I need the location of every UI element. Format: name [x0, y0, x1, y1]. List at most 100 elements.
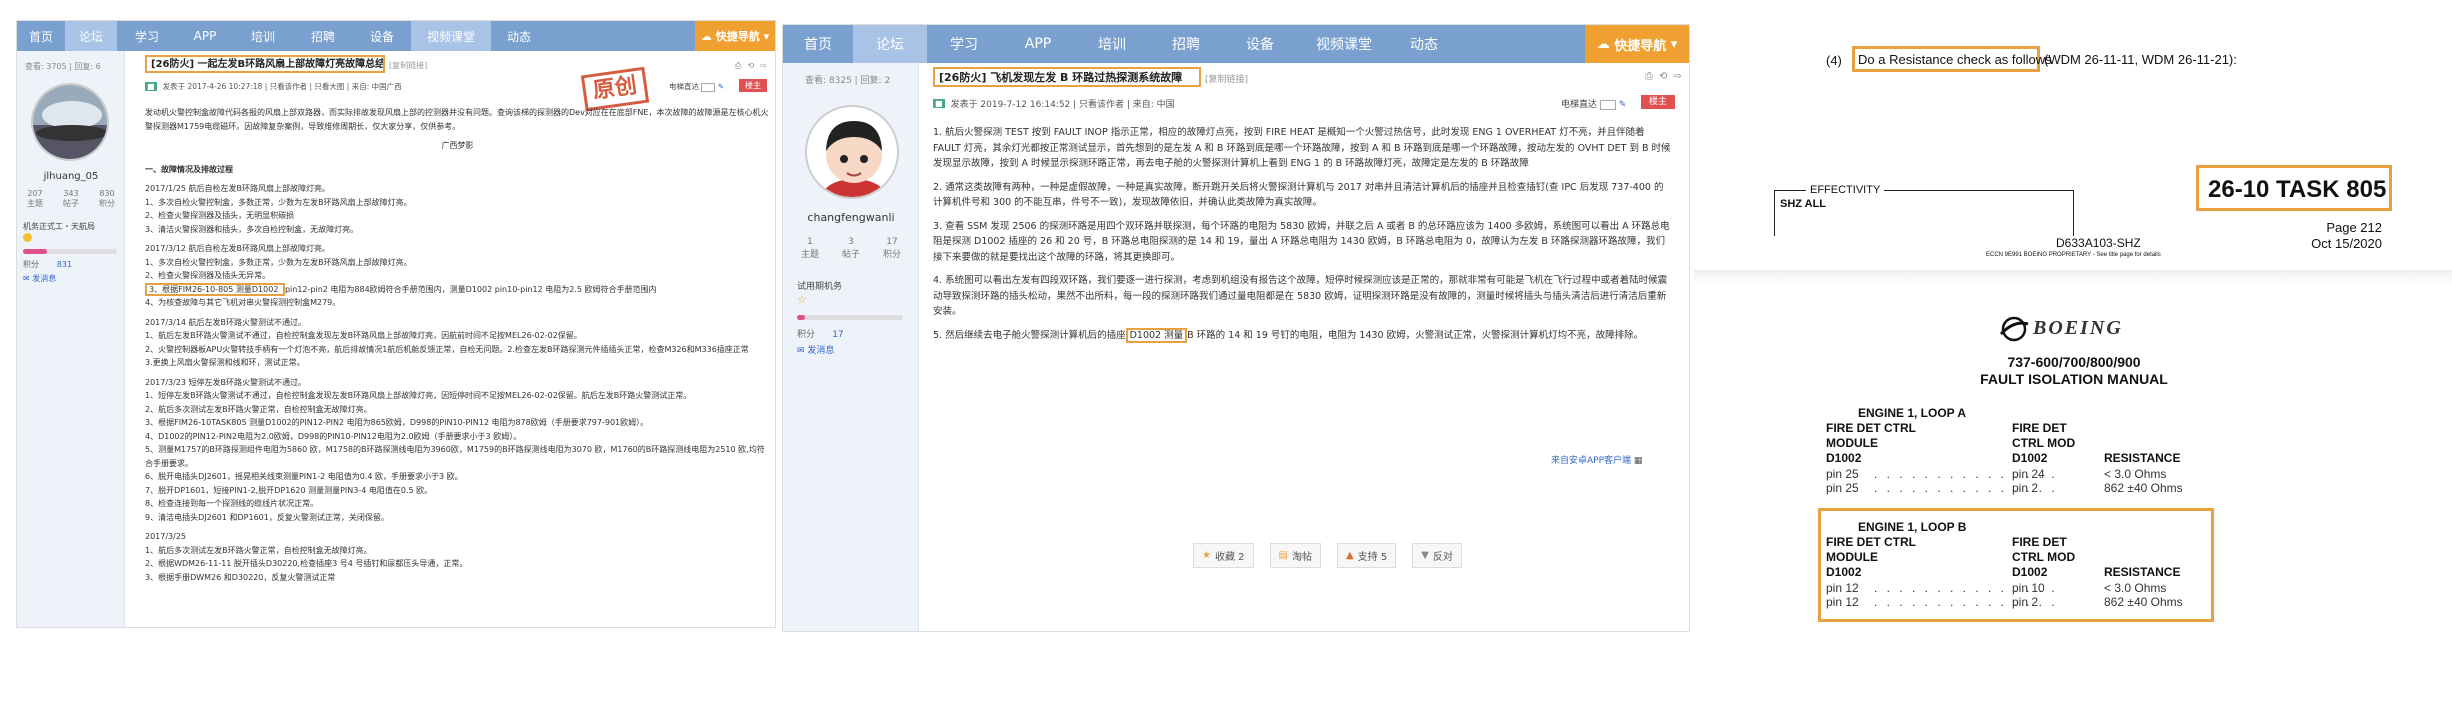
- left-forum-panel: 首页 论坛 学习 APP 培训 招聘 设备 视频课堂 动态 ☁ 快捷导航 ▾ 查…: [16, 20, 776, 628]
- pin-ctrl-mod: pin 2: [2012, 481, 2039, 495]
- stat-posts[interactable]: 3 帖子: [842, 237, 860, 260]
- nav-jobs[interactable]: 招聘: [1149, 25, 1223, 63]
- nav-feed[interactable]: 动态: [491, 21, 547, 51]
- nav-video[interactable]: 视频课堂: [411, 21, 491, 51]
- print-icon[interactable]: ⎙: [735, 61, 741, 71]
- support-button[interactable]: ▲ 支持 5: [1336, 543, 1397, 568]
- copy-link[interactable]: [复制链接]: [1205, 72, 1248, 85]
- post-actions: ★ 收藏 2 ▤ 淘帖 ▲ 支持 5 ▼ 反对: [1193, 543, 1462, 568]
- nav-equipment[interactable]: 设备: [1223, 25, 1297, 63]
- nav-forum[interactable]: 论坛: [65, 21, 117, 51]
- nav-study[interactable]: 学习: [117, 21, 177, 51]
- favorite-button[interactable]: ★ 收藏 2: [1193, 543, 1254, 568]
- nav-app[interactable]: APP: [177, 21, 233, 51]
- quick-nav-button[interactable]: ☁ 快捷导航 ▾: [1585, 25, 1689, 63]
- loop-a-col1: FIRE DET CTRL MODULE D1002: [1826, 421, 1916, 465]
- paragraph-3: 3. 查看 SSM 发现 2506 的探测环路是用四个双环路并联探测，每个环路的…: [933, 220, 1670, 263]
- prev-icon[interactable]: ⟲: [1659, 71, 1667, 82]
- quick-nav-button[interactable]: ☁ 快捷导航 ▾: [695, 21, 775, 51]
- copy-link[interactable]: [复制链接]: [389, 60, 427, 71]
- post-meta: ■ 发表于 2017-4-26 10:27:18 | 只看该作者 | 只看大图 |…: [145, 82, 402, 91]
- print-icon[interactable]: ⎙: [1645, 71, 1653, 82]
- resistance-value: 862 ±40 Ohms: [2104, 481, 2183, 495]
- avatar[interactable]: [805, 105, 899, 199]
- nav-home[interactable]: 首页: [17, 21, 65, 51]
- chevron-down-icon: ▾: [759, 29, 770, 43]
- from-app-link[interactable]: 来自安卓APP客户端 ▦: [1551, 453, 1642, 466]
- nav-forum[interactable]: 论坛: [853, 25, 927, 63]
- next-icon[interactable]: ⇨: [1673, 71, 1681, 82]
- nav-home[interactable]: 首页: [783, 25, 853, 63]
- folder-icon: ▤: [1278, 550, 1288, 561]
- highlight-fim-reference: 3、根据FIM26-10-805 测量D1002: [145, 282, 285, 296]
- proprietary-note: ECCN 9E991 BOEING PROPRIETARY - See titl…: [1986, 252, 2161, 258]
- author-rank: 机务正式工・天航局: [23, 222, 95, 231]
- section-line: 2、检查火警探测器及插头无异常。: [145, 271, 271, 280]
- paragraph-4: 4. 系统图可以看出左发有四段双环路，我们要逐一进行探测，考虑到机组没有报告这个…: [933, 275, 1668, 317]
- original-stamp: 原创: [580, 66, 650, 112]
- pencil-icon[interactable]: ✎: [718, 82, 724, 91]
- section-line: 1、多次自检火警控制盒，多数正常，少数为左发B环路风扇上部故障灯亮。: [145, 257, 412, 267]
- avatar[interactable]: [31, 83, 109, 161]
- jump-floor[interactable]: 电梯直达 ✎: [669, 81, 724, 92]
- revision-date: Oct 15/2020: [2311, 236, 2382, 251]
- badge-icon: ■: [933, 99, 945, 108]
- section-heading: 2017/1/25 航后自检左发B环路风扇上部故障灯亮。: [145, 184, 331, 193]
- prev-icon[interactable]: ⟲: [747, 61, 754, 71]
- nav-feed[interactable]: 动态: [1391, 25, 1457, 63]
- loop-b-heading: ENGINE 1, LOOP B: [1858, 520, 1967, 534]
- send-message-link[interactable]: ✉ 发消息: [797, 343, 834, 356]
- top-nav: 首页 论坛 学习 APP 培训 招聘 设备 视频课堂 动态 ☁ 快捷导航 ▾: [783, 25, 1689, 63]
- loop-a-col3: RESISTANCE: [2104, 451, 2181, 465]
- loop-b-col1: FIRE DET CTRL MODULE D1002: [1826, 535, 1916, 579]
- stat-posts[interactable]: 343 帖子: [63, 189, 79, 209]
- envelope-icon: ✉: [23, 274, 33, 283]
- nav-video[interactable]: 视频课堂: [1297, 25, 1391, 63]
- view-reply-stats: 查看: 3705 | 回复: 6: [25, 62, 101, 71]
- stat-topics[interactable]: 1 主题: [801, 237, 819, 260]
- step-number: (4): [1826, 53, 1842, 68]
- oppose-button[interactable]: ▼ 反对: [1412, 543, 1462, 568]
- nav-app[interactable]: APP: [1001, 25, 1075, 63]
- quick-nav-label: 快捷导航: [1614, 38, 1667, 54]
- pencil-icon[interactable]: ✎: [1619, 100, 1627, 110]
- nav-jobs[interactable]: 招聘: [293, 21, 353, 51]
- section-heading: 2017/3/14 航后左发B环路火警测试不通过。: [145, 317, 307, 327]
- section-line: 3.更换上风扇火警探测和线和环，测试正常。: [145, 358, 305, 367]
- collect-button[interactable]: ▤ 淘帖: [1269, 543, 1321, 568]
- view-reply-stats: 查看: 8325 | 回复: 2: [805, 76, 891, 86]
- nav-training[interactable]: 培训: [233, 21, 293, 51]
- resistance-value: 862 ±40 Ohms: [2104, 595, 2183, 609]
- cloud-icon: ☁: [1596, 36, 1615, 52]
- section-line: 8、检查连接到每一个探测线的缆线片状况正常。: [145, 499, 319, 508]
- resistance-value: < 3.0 Ohms: [2104, 467, 2167, 481]
- post-intro: 发动机火警控制盒故障代码各报的风扇上部双路器，而实际排故发现风扇上部的控测器并没…: [145, 108, 769, 131]
- next-icon[interactable]: ⇨: [760, 61, 767, 71]
- pin-ctrl-mod: pin 2: [2012, 595, 2039, 609]
- post-signature: 广西梦影: [441, 141, 474, 150]
- stat-credits[interactable]: 17 积分: [883, 237, 901, 260]
- author-username[interactable]: jlhuang_05: [17, 171, 125, 182]
- thread-title: [26防火] 飞机发现左发 B 环路过热探测系统故障: [933, 67, 1201, 87]
- pin-ctrl-module: pin 25: [1826, 467, 1859, 481]
- section-line: 3、清洁火警探测器和插头，多次自检控制盒，无故障灯亮。: [145, 224, 359, 234]
- pin-ctrl-module: pin 25: [1826, 481, 1859, 495]
- section-heading: 2017/3/23 短停左发B环路火警测试不通过。: [145, 377, 307, 387]
- loop-b-col2: FIRE DET CTRL MOD D1002: [2012, 535, 2076, 579]
- top-nav: 首页 论坛 学习 APP 培训 招聘 设备 视频课堂 动态 ☁ 快捷导航 ▾: [17, 21, 775, 51]
- jump-floor[interactable]: 电梯直达 ✎: [1561, 97, 1626, 110]
- section-heading: 一、故障情况及排故过程: [145, 164, 233, 174]
- send-message-link[interactable]: ✉ 发消息: [23, 273, 56, 284]
- stat-credits[interactable]: 830 积分: [99, 189, 115, 209]
- section-line: 1、航后左发B环路火警测试不通过，自检控制盒发现左发B环路风扇上部故障灯亮，因航…: [145, 331, 582, 340]
- post-body: 1. 航后火警探测 TEST 按到 FAULT INOP 指示正常，相应的故障灯…: [933, 125, 1671, 435]
- section-line: 7、脱开DP1601，短接PIN1-2,脱开DP1620 测量测量PIN3-4 …: [145, 485, 433, 495]
- thread-title: [26防火] 一起左发B环路风扇上部故障灯亮故障总结: [145, 55, 385, 73]
- loop-b-rows: pin 12. . . . . . . . . . . . . . . pin 1…: [1826, 581, 2226, 609]
- nav-study[interactable]: 学习: [927, 25, 1001, 63]
- author-username[interactable]: changfengwanli: [783, 211, 919, 224]
- stat-topics[interactable]: 207 主题: [27, 189, 43, 209]
- nav-training[interactable]: 培训: [1075, 25, 1149, 63]
- nav-equipment[interactable]: 设备: [353, 21, 411, 51]
- post-meta: ■ 发表于 2019-7-12 16:14:52 | 只看该作者 | 来自: 中国: [933, 99, 1175, 110]
